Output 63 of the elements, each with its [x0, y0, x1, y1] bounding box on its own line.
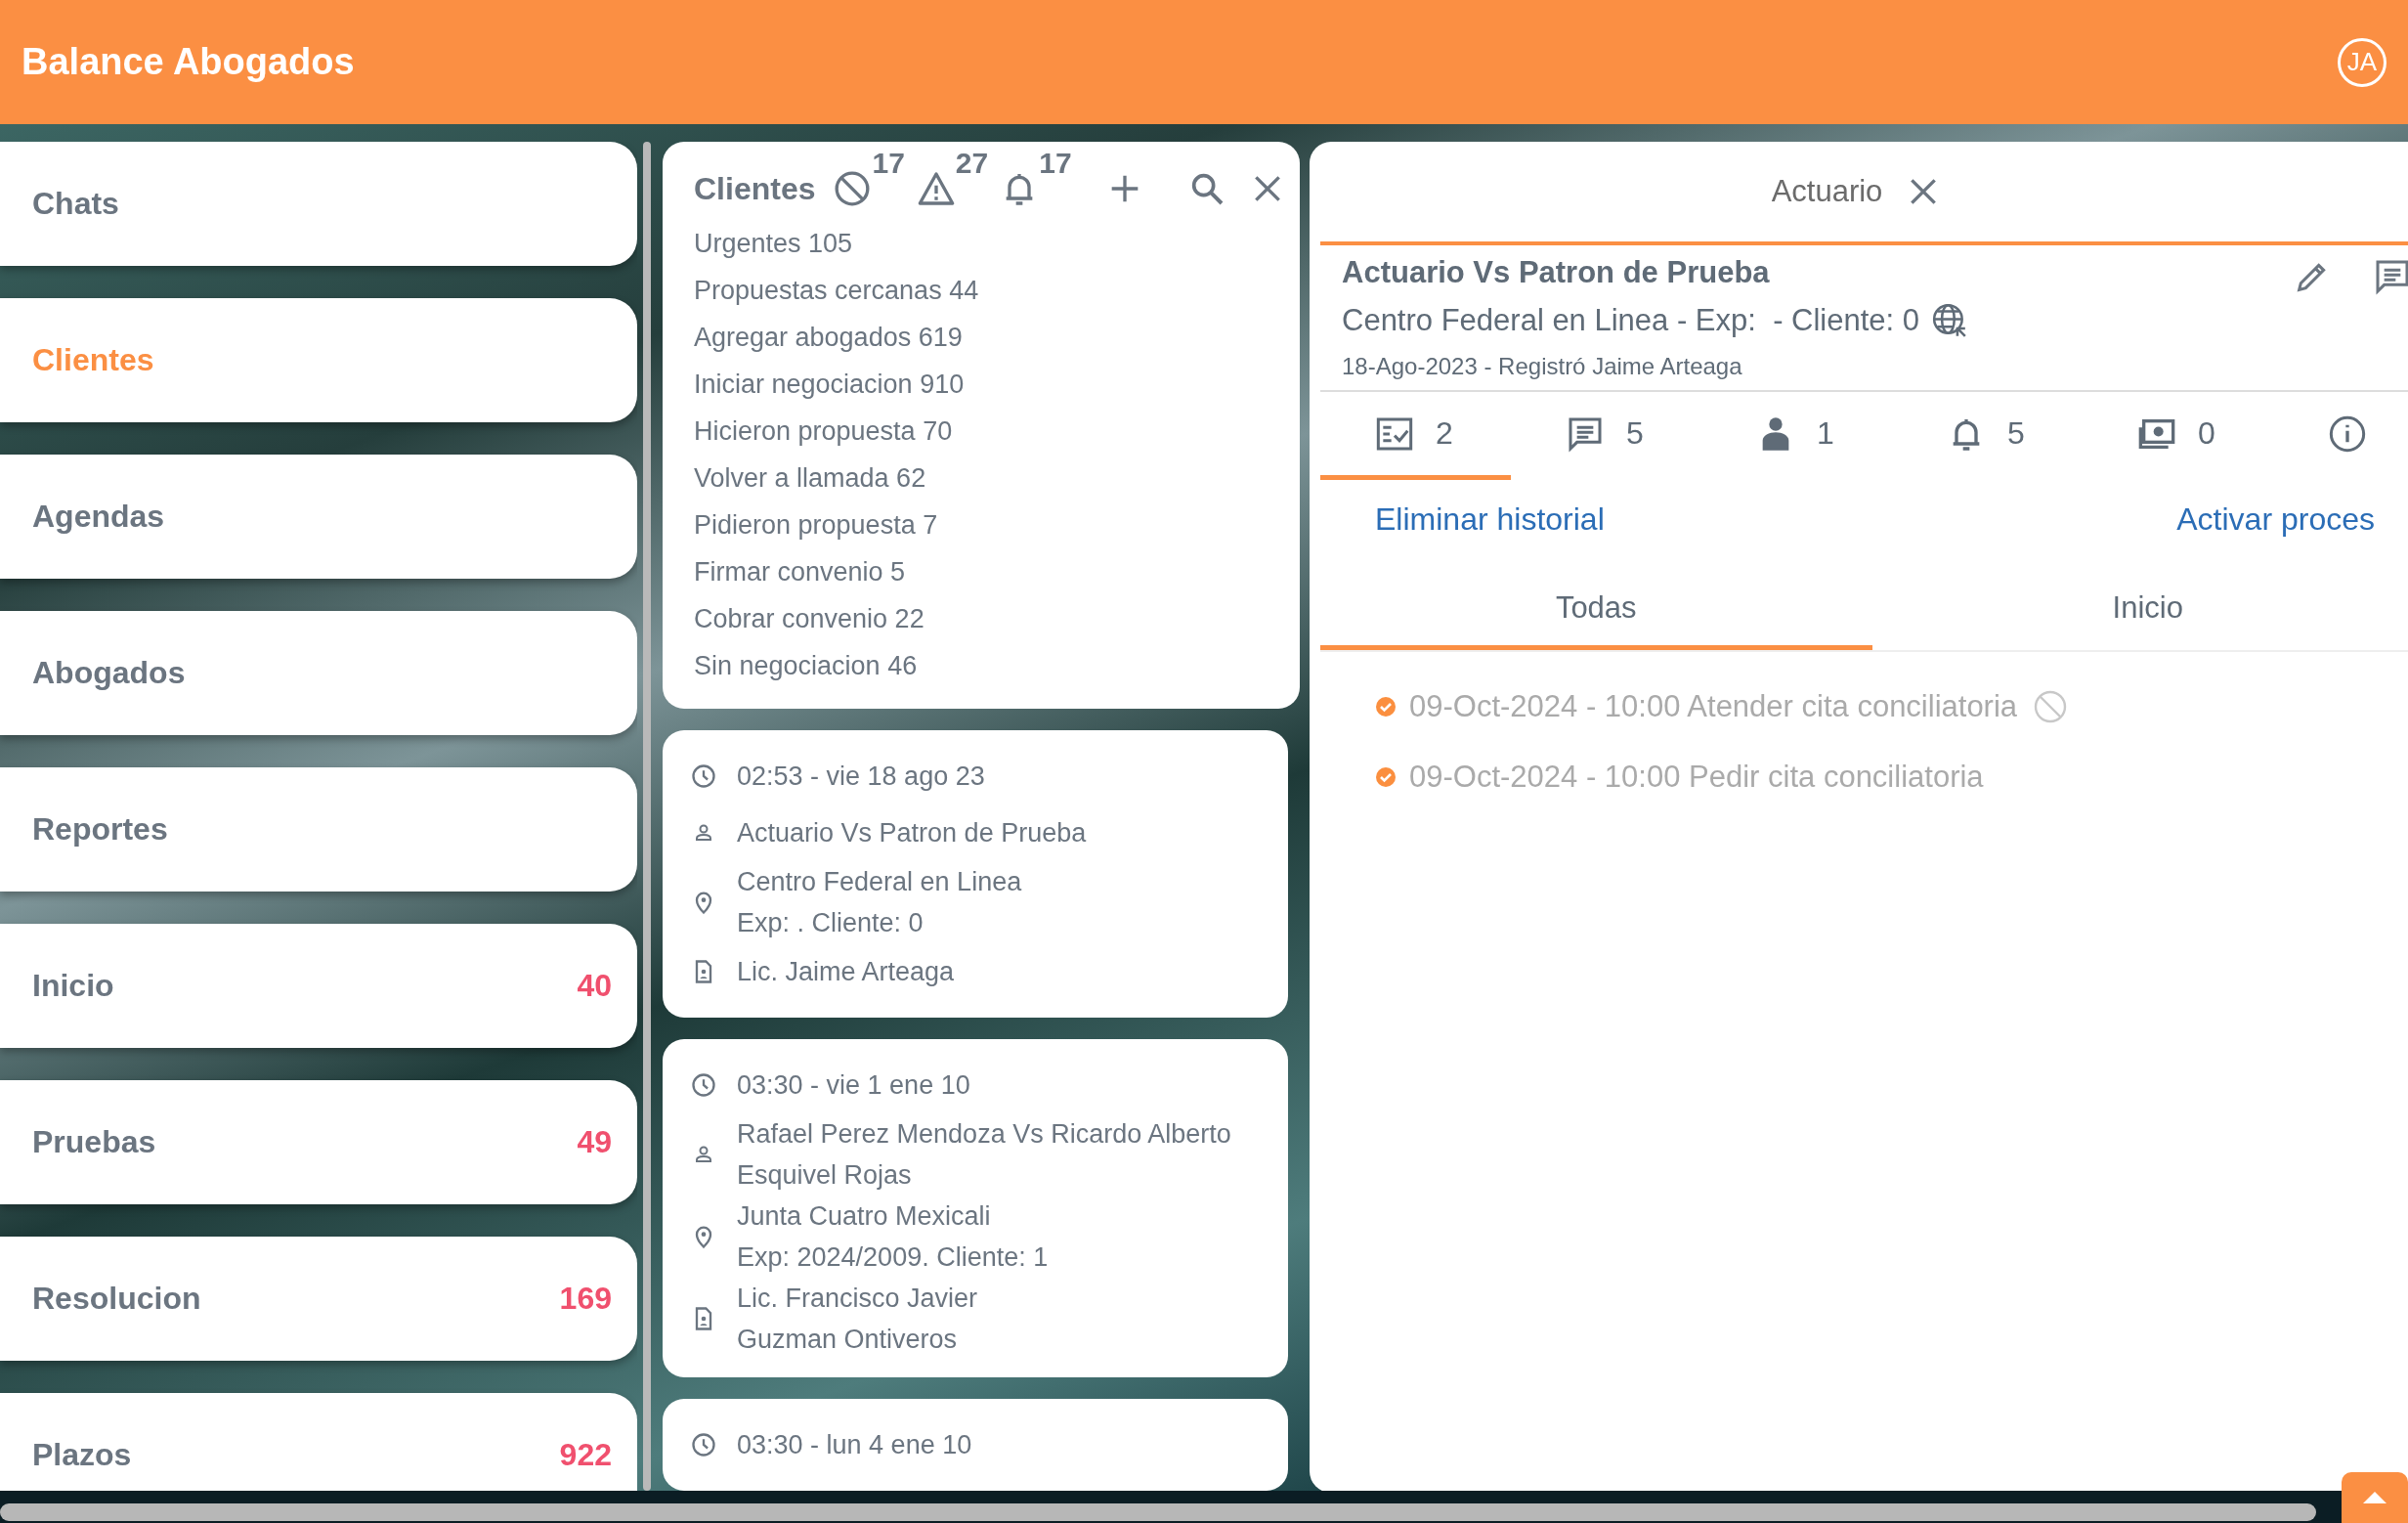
- case-card[interactable]: 03:30 - lun 4 ene 10: [663, 1399, 1288, 1491]
- filter-link[interactable]: Sin negociacion 46: [694, 642, 1270, 689]
- case-time: 03:30 - lun 4 ene 10: [737, 1429, 972, 1461]
- filter-tab[interactable]: Inicio: [1871, 570, 2408, 650]
- tab-title: Actuario: [1771, 174, 1883, 209]
- event-text: 09-Oct-2024 - 10:00 Pedir cita conciliatoria: [1409, 760, 1984, 795]
- filter-link[interactable]: Firmar convenio 5: [694, 548, 1270, 595]
- case-subtitle: Centro Federal en Linea - Exp: - Cliente: 0: [1342, 303, 1920, 338]
- stat-tab[interactable]: 2: [1320, 392, 1511, 480]
- sidebar-item[interactable]: Plazos 922: [0, 1393, 637, 1491]
- case-time: 02:53 - vie 18 ago 23: [737, 761, 985, 793]
- counter-button[interactable]: 17: [1000, 148, 1072, 208]
- case-location: Exp: . Cliente: 0: [737, 907, 924, 939]
- counter-button[interactable]: 17: [833, 148, 905, 208]
- scrollbar[interactable]: [0, 1503, 2316, 1521]
- case-meta: 18-Ago-2023 - Registró Jaime Arteaga: [1342, 352, 1743, 381]
- case-location: Exp: 2024/2009. Cliente: 1: [737, 1241, 1049, 1274]
- sidebar-item[interactable]: Abogados: [0, 611, 637, 735]
- filter-link[interactable]: Cobrar convenio 22: [694, 595, 1270, 642]
- case-location: Centro Federal en Linea: [737, 866, 1022, 898]
- sidebar-item[interactable]: Reportes: [0, 767, 637, 892]
- case-parties: Rafael Perez Mendoza Vs Ricardo Alberto: [737, 1118, 1231, 1151]
- stat-tab[interactable]: 0: [2083, 392, 2273, 480]
- filter-link[interactable]: Hicieron propuesta 70: [694, 408, 1270, 455]
- stat-tab[interactable]: 5: [1892, 392, 2083, 480]
- sidebar-item[interactable]: Chats: [0, 142, 637, 266]
- counter-button[interactable]: 27: [916, 148, 989, 208]
- case-card[interactable]: 02:53 - vie 18 ago 23 Actuario Vs Patron de Prueba Centro Federal en Linea Exp: . Cliente: 0 Lic. Jaime Arteaga: [663, 730, 1288, 1018]
- case-lawyer: Guzman Ontiveros: [737, 1324, 959, 1356]
- check-circle-icon[interactable]: [1374, 695, 1398, 718]
- filter-link[interactable]: Propuestas cercanas 44: [694, 267, 1270, 314]
- stat-tab[interactable]: 5: [1511, 392, 1701, 480]
- case-title: Actuario Vs Patron de Prueba: [1342, 254, 1771, 291]
- case-parties: Actuario Vs Patron de Prueba: [737, 817, 1087, 849]
- stat-tab[interactable]: 1: [1701, 392, 1892, 480]
- case-parties: Esquivel Rojas: [737, 1159, 913, 1192]
- sidebar-item[interactable]: Agendas: [0, 455, 637, 579]
- action-link[interactable]: Activar proces: [2176, 501, 2375, 570]
- clock-icon: [690, 1431, 717, 1458]
- case-time: 03:30 - vie 1 ene 10: [737, 1069, 970, 1102]
- case-lawyer: Lic. Francisco Javier: [737, 1283, 978, 1315]
- sidebar-item[interactable]: Inicio 40: [0, 924, 637, 1048]
- info-icon: [2328, 413, 2367, 454]
- action-link[interactable]: Eliminar historial: [1375, 501, 1605, 570]
- warning-icon: [916, 169, 956, 208]
- filter-link[interactable]: Volver a llamada 62: [694, 455, 1270, 501]
- sidebar-item[interactable]: Resolucion 169: [0, 1237, 637, 1361]
- clock-icon: [690, 762, 717, 790]
- sidebar-item[interactable]: Pruebas 49: [0, 1080, 637, 1204]
- event-text: 09-Oct-2024 - 10:00 Atender cita conciliatoria: [1409, 689, 2018, 724]
- clock-icon: [690, 1071, 717, 1099]
- case-lawyer: Lic. Jaime Arteaga: [737, 956, 955, 988]
- filter-link[interactable]: Iniciar negociacion 910: [694, 361, 1270, 408]
- case-card[interactable]: 03:30 - vie 1 ene 10 Rafael Perez Mendoza Vs Ricardo Alberto Esquivel Rojas Junta Cuatro Mexicali Exp: 2024/2009. Cliente: 1 Lic. Francisco Javier Guzman Ontiveros: [663, 1039, 1288, 1377]
- filter-link[interactable]: Urgentes 105: [694, 220, 1270, 267]
- filter-link[interactable]: Pidieron propuesta 7: [694, 501, 1270, 548]
- app-title: Balance Abogados: [22, 41, 355, 83]
- case-location: Junta Cuatro Mexicali: [737, 1200, 992, 1233]
- filter-link[interactable]: Agregar abogados 619: [694, 314, 1270, 361]
- check-circle-icon[interactable]: [1374, 765, 1398, 789]
- filter-tab[interactable]: Todas: [1320, 570, 1872, 650]
- panel-title: Clientes: [694, 170, 816, 207]
- scrollbar[interactable]: [643, 142, 651, 1491]
